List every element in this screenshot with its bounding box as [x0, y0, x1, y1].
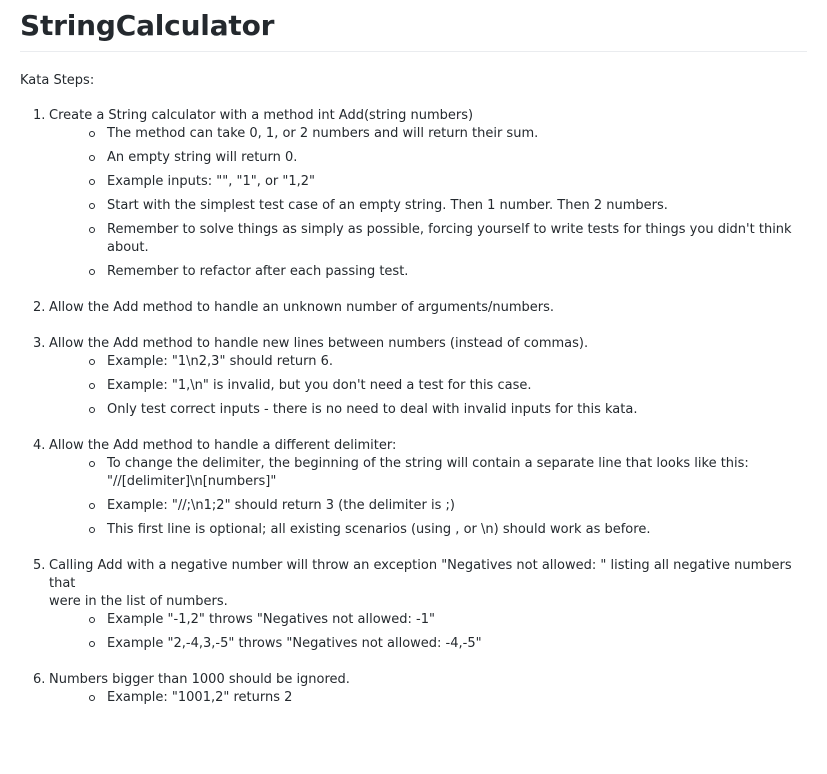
step-3-sublist: Example: "1\n2,3" should return 6. Examp…	[49, 353, 807, 419]
bullet-circle-icon	[89, 407, 95, 413]
list-item: The method can take 0, 1, or 2 numbers a…	[49, 125, 807, 143]
list-item: An empty string will return 0.	[49, 149, 807, 167]
step-1: 1. Create a String calculator with a met…	[20, 107, 807, 281]
list-item: This first line is optional; all existin…	[49, 521, 807, 539]
list-item: Start with the simplest test case of an …	[49, 197, 807, 215]
list-item: Example: "1001,2" returns 2	[49, 689, 807, 707]
list-item: To change the delimiter, the beginning o…	[49, 455, 807, 491]
bullet-circle-icon	[89, 461, 95, 467]
step-6-sublist: Example: "1001,2" returns 2	[49, 689, 807, 707]
step-number: 3.	[33, 336, 46, 351]
list-item: Example: "1,\n" is invalid, but you don'…	[49, 377, 807, 395]
bullet-circle-icon	[89, 227, 95, 233]
step-text: Calling Add with a negative number will …	[49, 558, 792, 591]
bullet-circle-icon	[89, 203, 95, 209]
intro-text: Kata Steps:	[20, 73, 95, 88]
list-item: Example inputs: "", "1", or "1,2"	[49, 173, 807, 191]
bullet-circle-icon	[89, 617, 95, 623]
list-item: Example: "1\n2,3" should return 6.	[49, 353, 807, 371]
step-number: 2.	[33, 300, 46, 315]
step-number: 6.	[33, 672, 46, 687]
document-page: StringCalculator Kata Steps: 1. Create a…	[0, 0, 827, 774]
bullet-circle-icon	[89, 269, 95, 275]
page-title: StringCalculator	[20, 0, 807, 52]
bullet-circle-icon	[89, 527, 95, 533]
step-text-continued: were in the list of numbers.	[49, 594, 228, 609]
list-item: Example: "//;\n1;2" should return 3 (the…	[49, 497, 807, 515]
step-6: 6. Numbers bigger than 1000 should be ig…	[20, 671, 807, 707]
step-2: 2. Allow the Add method to handle an unk…	[20, 299, 807, 317]
step-text: Create a String calculator with a method…	[49, 108, 474, 123]
bullet-circle-icon	[89, 155, 95, 161]
step-number: 5.	[33, 558, 46, 573]
step-number: 1.	[33, 108, 46, 123]
bullet-circle-icon	[89, 383, 95, 389]
bullet-circle-icon	[89, 359, 95, 365]
list-item: Example "-1,2" throws "Negatives not all…	[49, 611, 807, 629]
list-item: Remember to refactor after each passing …	[49, 263, 807, 281]
step-4: 4. Allow the Add method to handle a diff…	[20, 437, 807, 539]
step-text: Numbers bigger than 1000 should be ignor…	[49, 672, 350, 687]
bullet-circle-icon	[89, 641, 95, 647]
list-item: Remember to solve things as simply as po…	[49, 221, 807, 257]
step-text: Allow the Add method to handle new lines…	[49, 336, 589, 351]
step-number: 4.	[33, 438, 46, 453]
step-5: 5. Calling Add with a negative number wi…	[20, 557, 807, 653]
bullet-circle-icon	[89, 503, 95, 509]
list-item: Example "2,-4,3,-5" throws "Negatives no…	[49, 635, 807, 653]
step-4-sublist: To change the delimiter, the beginning o…	[49, 455, 807, 539]
step-text: Allow the Add method to handle a differe…	[49, 438, 397, 453]
step-3: 3. Allow the Add method to handle new li…	[20, 335, 807, 419]
step-text: Allow the Add method to handle an unknow…	[49, 300, 555, 315]
bullet-circle-icon	[89, 131, 95, 137]
step-5-sublist: Example "-1,2" throws "Negatives not all…	[49, 611, 807, 653]
bullet-circle-icon	[89, 179, 95, 185]
bullet-circle-icon	[89, 695, 95, 701]
kata-steps-list: 1. Create a String calculator with a met…	[20, 107, 807, 707]
list-item: Only test correct inputs - there is no n…	[49, 401, 807, 419]
step-1-sublist: The method can take 0, 1, or 2 numbers a…	[49, 125, 807, 281]
